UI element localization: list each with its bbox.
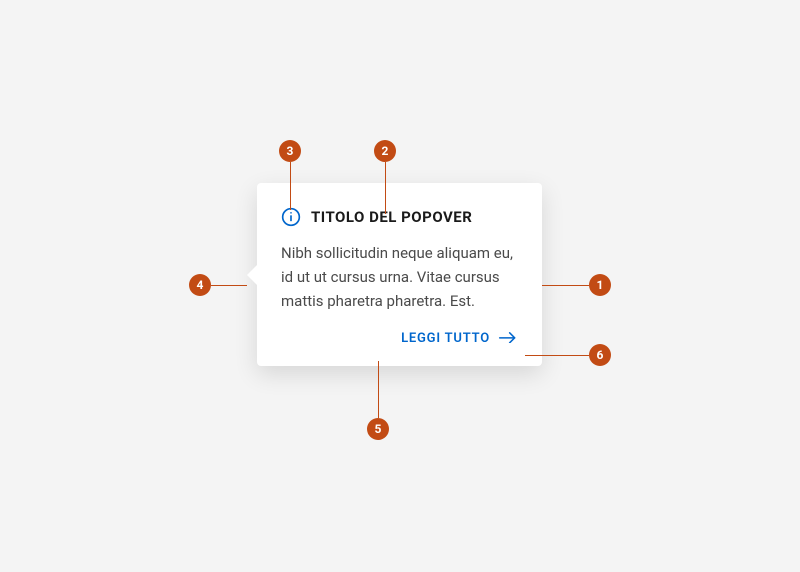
- connector-4: [211, 285, 247, 286]
- annotation-marker-4: 4: [189, 274, 211, 296]
- read-more-label: LEGGI TUTTO: [401, 331, 490, 346]
- annotation-marker-2: 2: [374, 140, 396, 162]
- connector-3: [290, 162, 291, 210]
- popover-arrow: [247, 265, 257, 285]
- popover-footer: LEGGI TUTTO: [281, 331, 518, 346]
- popover-body: Nibh sollicitudin neque aliquam eu, id u…: [281, 241, 518, 313]
- connector-1: [542, 285, 589, 286]
- connector-2: [385, 162, 386, 214]
- annotation-marker-3: 3: [279, 140, 301, 162]
- popover-header: TITOLO DEL POPOVER: [281, 207, 518, 227]
- info-icon: [281, 207, 301, 227]
- read-more-link[interactable]: LEGGI TUTTO: [401, 331, 518, 346]
- connector-6: [525, 355, 589, 356]
- annotation-marker-5: 5: [367, 418, 389, 440]
- arrow-right-icon: [498, 332, 518, 346]
- annotation-marker-1: 1: [589, 274, 611, 296]
- popover-title: TITOLO DEL POPOVER: [311, 208, 472, 226]
- annotation-marker-6: 6: [589, 344, 611, 366]
- connector-5: [378, 361, 379, 418]
- popover-card: TITOLO DEL POPOVER Nibh sollicitudin neq…: [257, 183, 542, 366]
